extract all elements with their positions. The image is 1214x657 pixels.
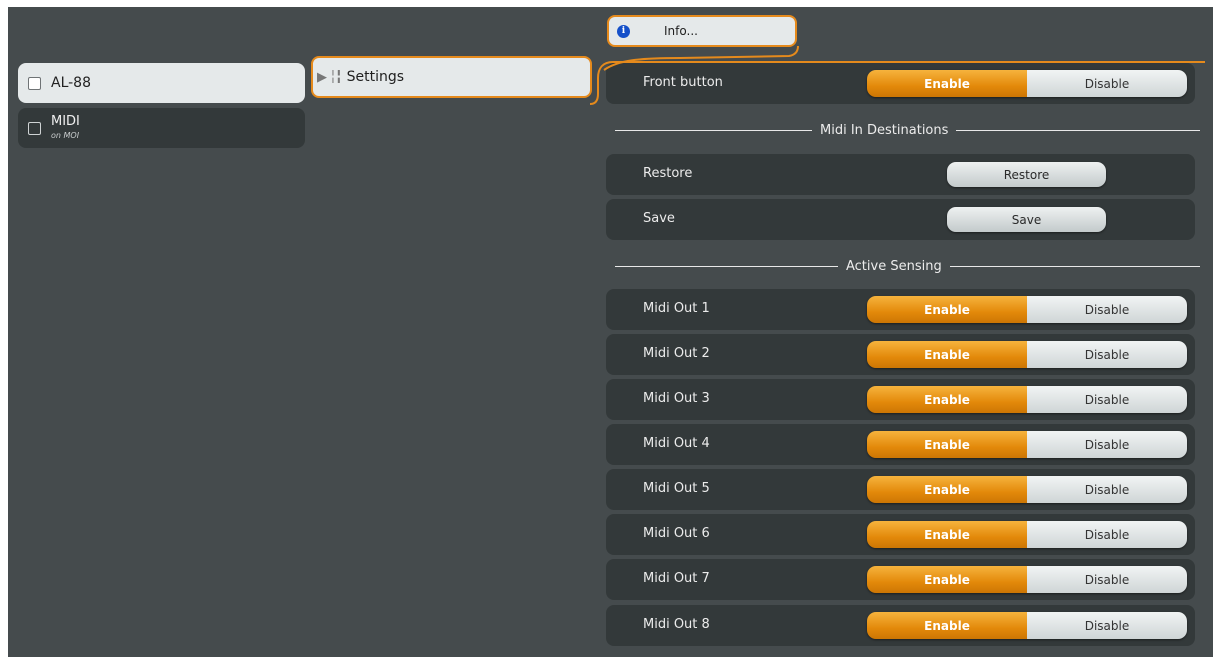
tab-settings[interactable]: ▶ ╎╏ Settings (311, 56, 592, 98)
tab-connector (589, 45, 1205, 105)
sliders-icon: ╎╏ (329, 69, 343, 85)
tab-settings-label: Settings (346, 69, 405, 85)
chevron-right-icon: ▶ (317, 69, 327, 85)
info-button[interactable]: i Info... (607, 15, 797, 47)
info-label: Info... (664, 24, 698, 38)
info-icon: i (617, 24, 630, 38)
